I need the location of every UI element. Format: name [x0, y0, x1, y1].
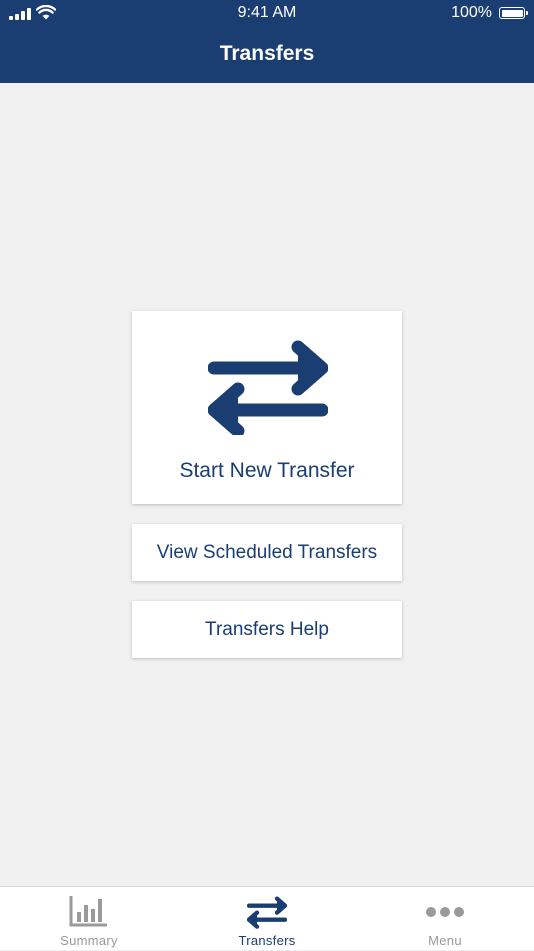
tab-menu[interactable]: Menu [356, 887, 534, 951]
tab-bar: Summary Transfers Menu [0, 886, 534, 950]
start-new-transfer-button[interactable]: Start New Transfer [132, 311, 402, 504]
status-bar: 9:41 AM 100% [0, 0, 534, 28]
tab-transfers[interactable]: Transfers [178, 887, 356, 951]
view-scheduled-transfers-button[interactable]: View Scheduled Transfers [132, 524, 402, 581]
transfer-arrows-icon [208, 340, 328, 435]
tab-summary-label: Summary [60, 933, 118, 948]
more-dots-icon [426, 907, 464, 917]
battery-percent: 100% [451, 4, 492, 21]
transfers-help-button[interactable]: Transfers Help [132, 601, 402, 658]
bar-chart-icon [69, 896, 107, 927]
page-title: Transfers [219, 42, 315, 65]
tab-summary[interactable]: Summary [0, 887, 178, 951]
start-new-transfer-label: Start New Transfer [179, 459, 355, 482]
transfer-arrows-icon [246, 896, 288, 929]
tab-menu-label: Menu [428, 933, 462, 948]
tab-transfers-label: Transfers [238, 933, 296, 948]
nav-bar: Transfers [0, 28, 534, 83]
battery-icon [499, 7, 528, 19]
